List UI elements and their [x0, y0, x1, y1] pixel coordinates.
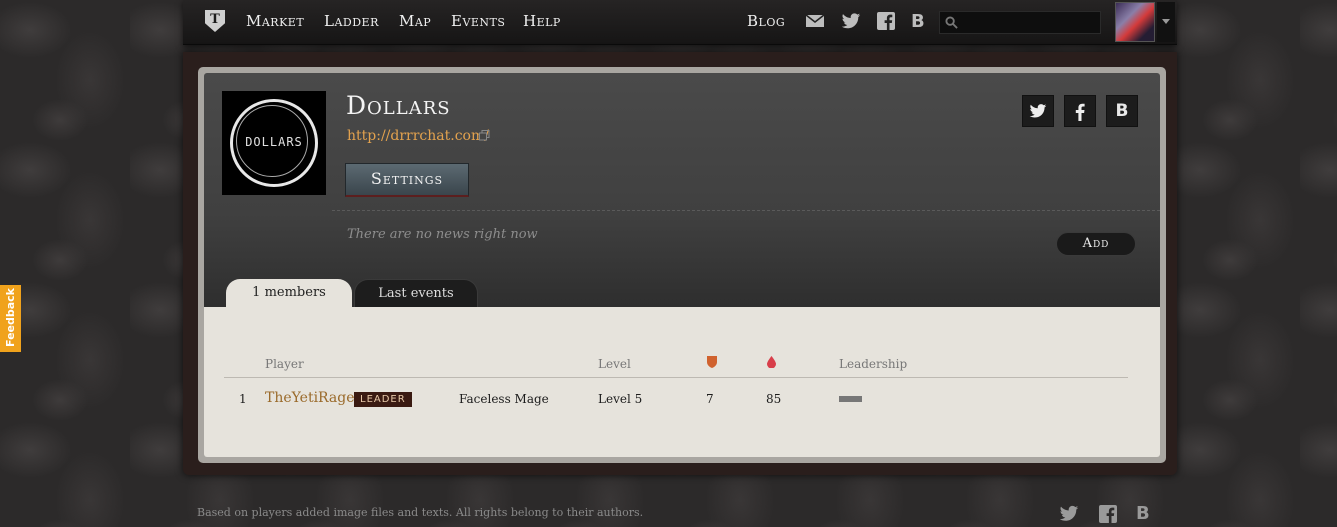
- search-icon: [945, 16, 958, 29]
- footer-text: Based on players added image files and t…: [197, 506, 644, 519]
- avatar[interactable]: [1115, 2, 1155, 42]
- drop-icon: [767, 356, 776, 371]
- facebook-icon[interactable]: [1099, 505, 1119, 525]
- header-player: Player: [265, 357, 304, 371]
- logo-shield-icon[interactable]: T: [205, 10, 225, 32]
- feedback-label: Feedback: [4, 288, 17, 347]
- b-icon[interactable]: B: [911, 11, 931, 32]
- player-stat-drop: 85: [766, 392, 782, 406]
- twitter-icon[interactable]: [1059, 505, 1079, 525]
- shield-icon: [707, 356, 717, 371]
- nav-events[interactable]: Events: [451, 12, 505, 30]
- row-rank: 1: [239, 392, 247, 406]
- nav-blog[interactable]: Blog: [747, 12, 785, 30]
- chevron-down-icon[interactable]: [1157, 2, 1175, 42]
- nav-ladder[interactable]: Ladder: [324, 12, 379, 30]
- nav-help[interactable]: Help: [523, 12, 561, 30]
- player-link[interactable]: TheYetiRage: [265, 390, 355, 406]
- search-box[interactable]: [939, 11, 1102, 35]
- header-leadership: Leadership: [839, 357, 908, 371]
- b-icon[interactable]: B: [1136, 503, 1156, 524]
- mail-icon[interactable]: [805, 12, 825, 32]
- nav-map[interactable]: Map: [399, 12, 431, 30]
- search-input[interactable]: [962, 12, 1102, 35]
- player-class: Faceless Mage: [459, 392, 549, 406]
- members-table: Player Level Leadership 1 TheYetiRage LE…: [204, 73, 1160, 457]
- player-stat-shield: 7: [706, 392, 714, 406]
- table-header-divider: [224, 377, 1128, 378]
- nav-market[interactable]: Market: [246, 12, 304, 30]
- feedback-tab[interactable]: Feedback: [0, 285, 21, 352]
- twitter-icon[interactable]: [841, 12, 861, 32]
- top-nav: T Market Ladder Map Events Help Blog B: [183, 0, 1177, 45]
- facebook-icon[interactable]: [877, 12, 897, 32]
- leader-badge: LEADER: [354, 392, 412, 407]
- header-level: Level: [598, 357, 631, 371]
- player-level: Level 5: [598, 392, 643, 406]
- leadership-bar: [839, 396, 862, 402]
